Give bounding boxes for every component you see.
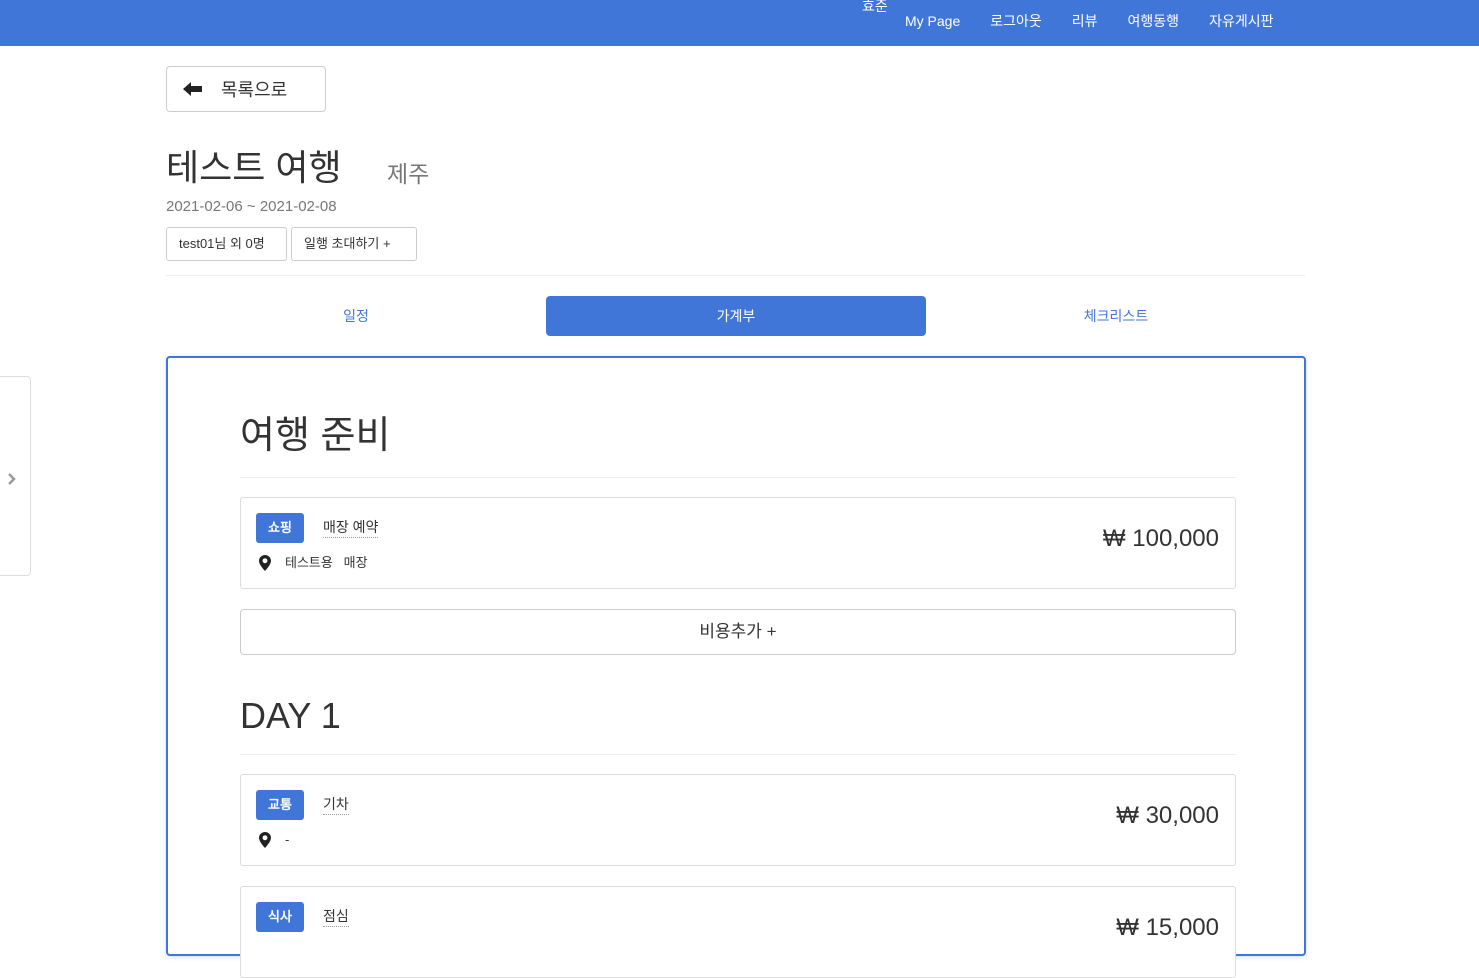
nav-link-my-page[interactable]: My Page (905, 11, 960, 31)
nav-user-name: 효준 (862, 0, 888, 14)
ledger-panel: 여행 준비 쇼핑 매장 예약 테스트용 매장 ₩ 100,000 비용추가 + … (166, 356, 1306, 978)
expense-name-link[interactable]: 매장 예약 (323, 518, 379, 538)
prep-section-title: 여행 준비 (240, 415, 391, 457)
category-badge: 식사 (256, 902, 304, 932)
section-divider (240, 477, 1236, 478)
day-section-title: DAY 1 (240, 695, 341, 736)
section-divider (240, 754, 1236, 755)
expense-place: 테스트용 매장 (285, 555, 368, 570)
expense-amount: ₩ 15,000 (1116, 914, 1219, 941)
map-pin-icon (259, 832, 271, 848)
trip-dates: 2021-02-06 ~ 2021-02-08 (166, 198, 337, 215)
nav-link-travel-companion[interactable]: 여행동행 (1128, 11, 1180, 31)
expense-name-link[interactable]: 점심 (323, 907, 349, 927)
expense-amount: ₩ 100,000 (1102, 525, 1219, 552)
expense-place: - (285, 832, 290, 847)
invite-companion-button[interactable]: 일행 초대하기 + (291, 227, 417, 261)
nav-link-free-board[interactable]: 자유게시판 (1209, 11, 1273, 31)
expense-card: 식사 점심 ₩ 15,000 (240, 886, 1236, 978)
chevron-right-icon (8, 473, 16, 485)
expense-amount: ₩ 30,000 (1116, 802, 1219, 829)
add-cost-button[interactable]: 비용추가 + (240, 609, 1236, 655)
top-navbar: 효준 My Page 로그아웃 리뷰 여행동행 자유게시판 (0, 0, 1479, 46)
trip-region: 제주 (387, 161, 430, 187)
header-divider (166, 275, 1305, 276)
expense-name-link[interactable]: 기차 (323, 795, 349, 815)
nav-link-review[interactable]: 리뷰 (1072, 11, 1098, 31)
expense-card: 교통 기차 - ₩ 30,000 (240, 774, 1236, 866)
nav-link-logout[interactable]: 로그아웃 (990, 11, 1042, 31)
category-badge: 교통 (256, 790, 304, 820)
back-to-list-button[interactable]: 목록으로 (166, 66, 326, 112)
back-button-label: 목록으로 (221, 80, 288, 100)
arrow-left-icon (183, 82, 202, 96)
expense-card: 쇼핑 매장 예약 테스트용 매장 ₩ 100,000 (240, 497, 1236, 589)
category-badge: 쇼핑 (256, 513, 304, 543)
members-button[interactable]: test01님 외 0명 (166, 227, 287, 261)
tab-checklist[interactable]: 체크리스트 (926, 296, 1306, 336)
trip-title: 테스트 여행 (166, 147, 342, 188)
nav-links: My Page 로그아웃 리뷰 여행동행 자유게시판 (905, 11, 1303, 31)
side-drawer-toggle[interactable] (0, 376, 31, 576)
tab-ledger[interactable]: 가계부 (546, 296, 926, 336)
tab-schedule[interactable]: 일정 (166, 296, 546, 336)
map-pin-icon (259, 555, 271, 571)
